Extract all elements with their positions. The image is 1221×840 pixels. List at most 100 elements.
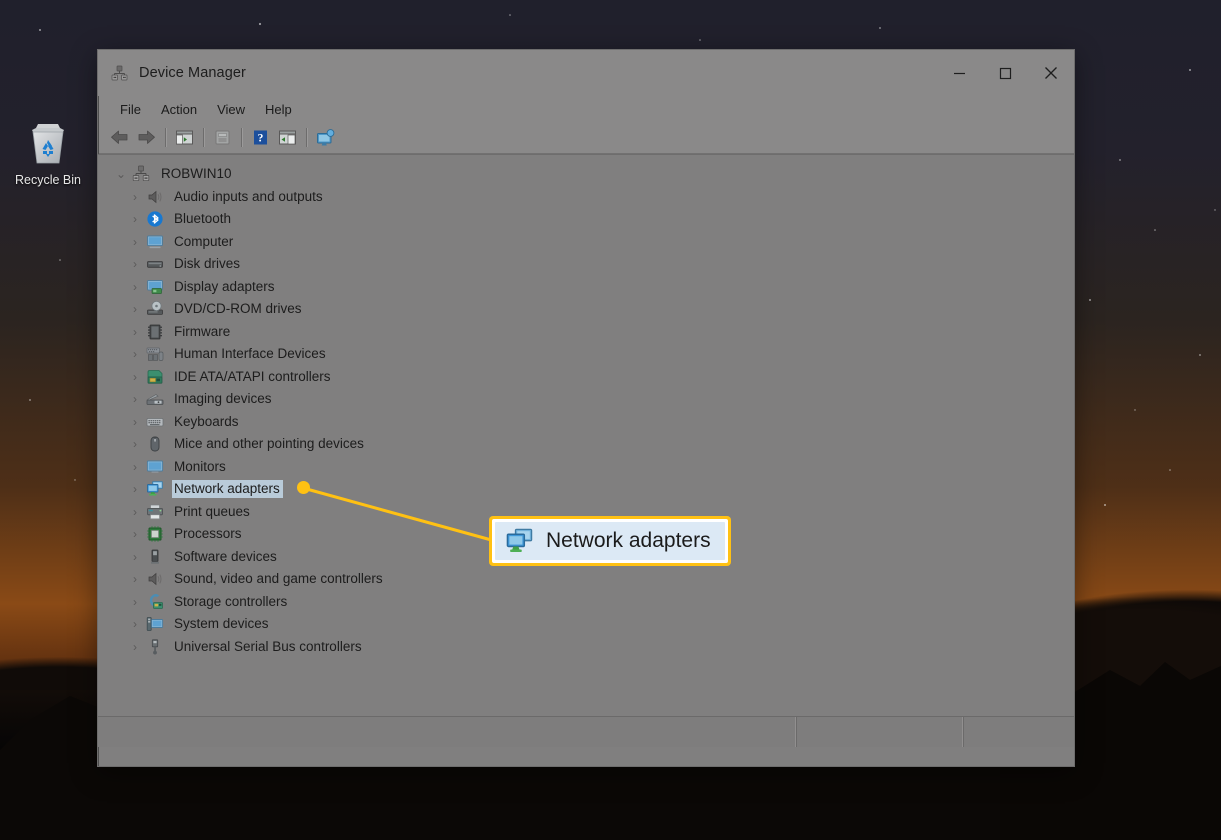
mouse-icon <box>150 436 160 452</box>
tree-label: Mice and other pointing devices <box>174 436 364 452</box>
tree-row-storage-controllers[interactable]: › Storage controllers <box>98 591 1074 614</box>
tree-row-universal-serial-bus-controllers[interactable]: › Universal Serial Bus controllers <box>98 636 1074 659</box>
expander[interactable]: › <box>124 636 146 658</box>
tree-row-computer[interactable]: › Computer <box>98 231 1074 254</box>
forward-arrow-icon <box>138 130 155 144</box>
dvd-drive-icon <box>147 301 163 316</box>
tree-row-keyboards[interactable]: › Keyboards <box>98 411 1074 434</box>
expander[interactable]: › <box>124 208 146 230</box>
tree-row-network-adapters[interactable]: › Network adapters <box>98 478 1074 501</box>
tree-row-audio-inputs-and-outputs[interactable]: › Audio inputs and outputs <box>98 186 1074 209</box>
disk-drive-icon <box>147 261 163 268</box>
expander[interactable]: › <box>124 298 146 320</box>
window-title: Device Manager <box>139 65 246 81</box>
toolbar-separator <box>306 128 307 147</box>
expander[interactable]: › <box>124 501 146 523</box>
menu-help[interactable]: Help <box>255 99 302 120</box>
chevron-right-icon: › <box>133 347 137 362</box>
tree-row-dvd-cd-rom-drives[interactable]: › DVD/CD-ROM drives <box>98 298 1074 321</box>
tree-label-root: ROBWIN10 <box>161 166 232 182</box>
tree-row-monitors[interactable]: › Monitors <box>98 456 1074 479</box>
help-button[interactable]: ? <box>247 125 274 150</box>
menu-file[interactable]: File <box>110 99 151 120</box>
expander[interactable]: › <box>124 231 146 253</box>
expander[interactable]: › <box>124 343 146 365</box>
properties-icon <box>215 130 230 145</box>
status-bar <box>98 716 1074 747</box>
forward-button[interactable] <box>133 125 160 150</box>
close-icon <box>1045 67 1057 79</box>
tree-label: Human Interface Devices <box>174 346 326 362</box>
expander[interactable]: › <box>124 321 146 343</box>
expander-root[interactable]: ⌄ <box>110 163 132 185</box>
chevron-right-icon: › <box>133 527 137 542</box>
back-button[interactable] <box>106 125 133 150</box>
chevron-right-icon: › <box>133 572 137 587</box>
svg-text:?: ? <box>258 133 264 145</box>
expander[interactable]: › <box>124 186 146 208</box>
menu-bar: File Action View Help <box>98 96 1074 122</box>
tree-row-mice-and-other-pointing-devices[interactable]: › Mice and other pointing devices <box>98 433 1074 456</box>
chevron-right-icon: › <box>133 437 137 452</box>
system-device-icon <box>146 617 164 632</box>
properties-button[interactable] <box>209 125 236 150</box>
scan-hardware-changes-button[interactable] <box>274 125 301 150</box>
tree-label: Display adapters <box>174 278 275 294</box>
desktop-icon-recycle-bin[interactable]: Recycle Bin <box>8 118 88 210</box>
tree-row-root[interactable]: ⌄ ROBWIN10 <box>98 163 1074 186</box>
chevron-right-icon: › <box>133 594 137 609</box>
expander[interactable]: › <box>124 523 146 545</box>
expander[interactable]: › <box>124 276 146 298</box>
tree-row-human-interface-devices[interactable]: › Human Interface Devices <box>98 343 1074 366</box>
computer-icon <box>147 235 163 248</box>
expander[interactable]: › <box>124 591 146 613</box>
tree-row-sound-video-and-game-controllers[interactable]: › Sound, video and game controllers <box>98 568 1074 591</box>
tree-row-ide-ata-atapi-controllers[interactable]: › IDE ATA/ATAPI controllers <box>98 366 1074 389</box>
expander[interactable]: › <box>124 433 146 455</box>
chevron-right-icon: › <box>133 617 137 632</box>
tree-row-firmware[interactable]: › Firmware <box>98 321 1074 344</box>
expander[interactable]: › <box>124 253 146 275</box>
device-manager-window: Device Manager File Action View Help ? ⌄… <box>98 50 1074 766</box>
chevron-right-icon: › <box>133 302 137 317</box>
menu-view[interactable]: View <box>207 99 255 120</box>
maximize-button[interactable] <box>982 50 1028 96</box>
console-tree-icon <box>176 130 193 145</box>
expander[interactable]: › <box>124 546 146 568</box>
show-console-tree-button[interactable] <box>171 125 198 150</box>
recycle-bin-label: Recycle Bin <box>15 173 81 187</box>
tree-label: Disk drives <box>174 256 241 272</box>
tree-label: Sound, video and game controllers <box>174 571 383 587</box>
minimize-button[interactable] <box>936 50 982 96</box>
update-driver-button[interactable] <box>312 125 339 150</box>
usb-icon <box>151 639 159 655</box>
close-button[interactable] <box>1028 50 1074 96</box>
toolbar-separator <box>241 128 242 147</box>
window-controls <box>936 50 1074 96</box>
tree-row-display-adapters[interactable]: › Display adapters <box>98 276 1074 299</box>
tree-row-disk-drives[interactable]: › Disk drives <box>98 253 1074 276</box>
tree-label: Network adapters <box>172 480 283 499</box>
tree-row-system-devices[interactable]: › System devices <box>98 613 1074 636</box>
expander[interactable]: › <box>124 411 146 433</box>
tree-row-imaging-devices[interactable]: › Imaging devices <box>98 388 1074 411</box>
tree-label: System devices <box>174 616 269 632</box>
chevron-right-icon: › <box>133 189 137 204</box>
tree-row-bluetooth[interactable]: › Bluetooth <box>98 208 1074 231</box>
window-title-bar: Device Manager <box>98 50 1074 96</box>
expander[interactable]: › <box>124 456 146 478</box>
maximize-icon <box>999 67 1011 79</box>
tree-label: Print queues <box>174 503 250 519</box>
chevron-down-icon: ⌄ <box>115 167 127 182</box>
expander[interactable]: › <box>124 478 146 500</box>
network-adapter-icon <box>506 528 533 552</box>
menu-action[interactable]: Action <box>151 99 207 120</box>
chevron-right-icon: › <box>133 369 137 384</box>
expander[interactable]: › <box>124 366 146 388</box>
expander[interactable]: › <box>124 388 146 410</box>
expander[interactable]: › <box>124 613 146 635</box>
tree-label: DVD/CD-ROM drives <box>174 301 302 317</box>
keyboard-icon <box>146 417 164 427</box>
expander[interactable]: › <box>124 568 146 590</box>
chevron-right-icon: › <box>133 234 137 249</box>
